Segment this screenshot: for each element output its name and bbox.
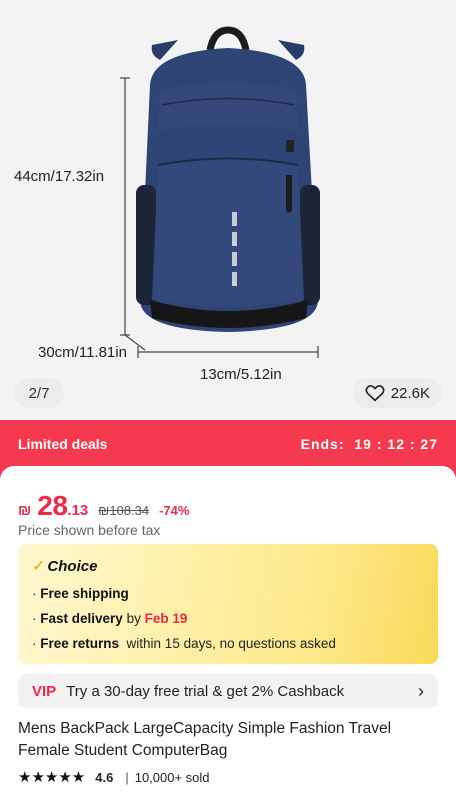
product-gallery[interactable]: 44cm/17.32in 30cm/11.81in 13cm/5.12in 2/… <box>0 0 456 420</box>
deal-countdown: Ends: 19 : 12 : 27 <box>301 436 438 452</box>
divider: | <box>125 769 129 785</box>
price-main: 28 <box>37 490 68 521</box>
dimension-width-label: 13cm/5.12in <box>200 366 282 383</box>
choice-title: ✓ Choice <box>32 557 98 576</box>
choice-benefits-box[interactable]: ✓ Choice · Free shipping · Fast delivery… <box>18 544 438 664</box>
product-title: Mens BackPack LargeCapacity Simple Fashi… <box>18 720 392 759</box>
chevron-right-icon: › <box>418 680 424 701</box>
rating-value: 4.6 <box>95 769 114 785</box>
vip-offer-text: Try a 30-day free trial & get 2% Cashbac… <box>66 682 345 700</box>
free-returns-line: · Free returns within 15 days, no questi… <box>32 636 336 651</box>
price-row: ₪ 28 .13 ₪108.34 -74% <box>18 490 189 522</box>
dimension-depth-label: 30cm/11.81in <box>38 344 127 361</box>
sold-count: 10,000+ sold <box>134 769 210 785</box>
price-currency: ₪ <box>18 502 32 519</box>
free-shipping-line: · Free shipping <box>32 586 129 601</box>
limited-deals-label: Limited deals <box>18 436 108 452</box>
image-counter: 2/7 <box>14 378 64 408</box>
vip-tag: VIP <box>32 682 57 700</box>
heart-icon <box>365 385 385 402</box>
wishlist-button[interactable]: 22.6K <box>352 378 442 408</box>
price-decimal: .13 <box>67 502 89 519</box>
product-image[interactable] <box>0 0 456 400</box>
fast-delivery-line: · Fast delivery by Feb 19 <box>32 611 188 626</box>
product-info-card: ₪ 28 .13 ₪108.34 -74% Price shown before… <box>0 466 456 800</box>
rating-row[interactable]: ★★★★★ 4.6 | 10,000+ sold <box>18 768 210 786</box>
countdown-timer: 19 : 12 : 27 <box>354 436 438 452</box>
dimension-height-label: 44cm/17.32in <box>14 168 105 185</box>
likes-count: 22.6K <box>390 384 430 402</box>
discount-badge: -74% <box>159 503 190 518</box>
original-price: ₪108.34 <box>98 503 150 518</box>
vip-cashback-row[interactable]: VIP Try a 30-day free trial & get 2% Cas… <box>18 674 438 708</box>
checkmark-icon: ✓ <box>32 558 46 575</box>
rating-stars-icon: ★★★★★ <box>18 769 86 786</box>
ends-label: Ends: <box>300 436 345 452</box>
price-tax-note: Price shown before tax <box>18 522 161 538</box>
